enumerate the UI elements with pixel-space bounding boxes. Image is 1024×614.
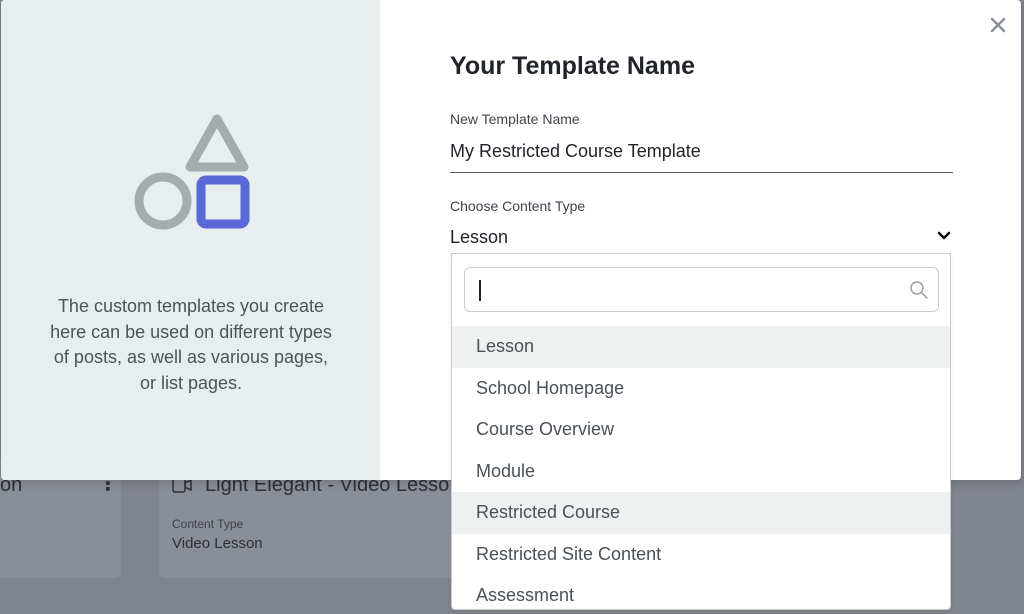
dropdown-option[interactable]: School Homepage <box>452 368 950 410</box>
modal-illustration-panel: The custom templates you create here can… <box>1 0 380 480</box>
template-name-label: New Template Name <box>450 111 580 127</box>
content-type-dropdown: Lesson School Homepage Course Overview M… <box>451 253 951 610</box>
dropdown-search-input[interactable] <box>464 267 939 312</box>
content-type-value: Video Lesson <box>172 535 263 552</box>
content-type-selected-value: Lesson <box>450 227 509 247</box>
modal-description: The custom templates you create here can… <box>50 296 332 393</box>
search-icon <box>910 281 928 299</box>
chevron-down-icon[interactable] <box>937 231 951 241</box>
dropdown-option[interactable]: Course Overview <box>452 409 950 451</box>
content-type-label: Content Type <box>172 517 244 531</box>
dropdown-option[interactable]: Module <box>452 451 950 493</box>
dropdown-option[interactable]: Restricted Course <box>452 492 950 534</box>
modal-title: Your Template Name <box>450 52 695 80</box>
text-caret <box>479 280 481 301</box>
content-type-select[interactable]: Lesson <box>450 224 953 252</box>
dropdown-option[interactable]: Restricted Site Content <box>452 534 950 576</box>
dropdown-option[interactable]: Assessment <box>452 575 950 609</box>
shapes-illustration-icon <box>134 114 250 230</box>
content-type-label: Choose Content Type <box>450 198 586 214</box>
dropdown-option[interactable]: Lesson <box>452 326 950 368</box>
template-name-input[interactable] <box>450 138 953 173</box>
close-icon[interactable] <box>987 14 1009 36</box>
dropdown-options-list: Lesson School Homepage Course Overview M… <box>452 326 950 609</box>
